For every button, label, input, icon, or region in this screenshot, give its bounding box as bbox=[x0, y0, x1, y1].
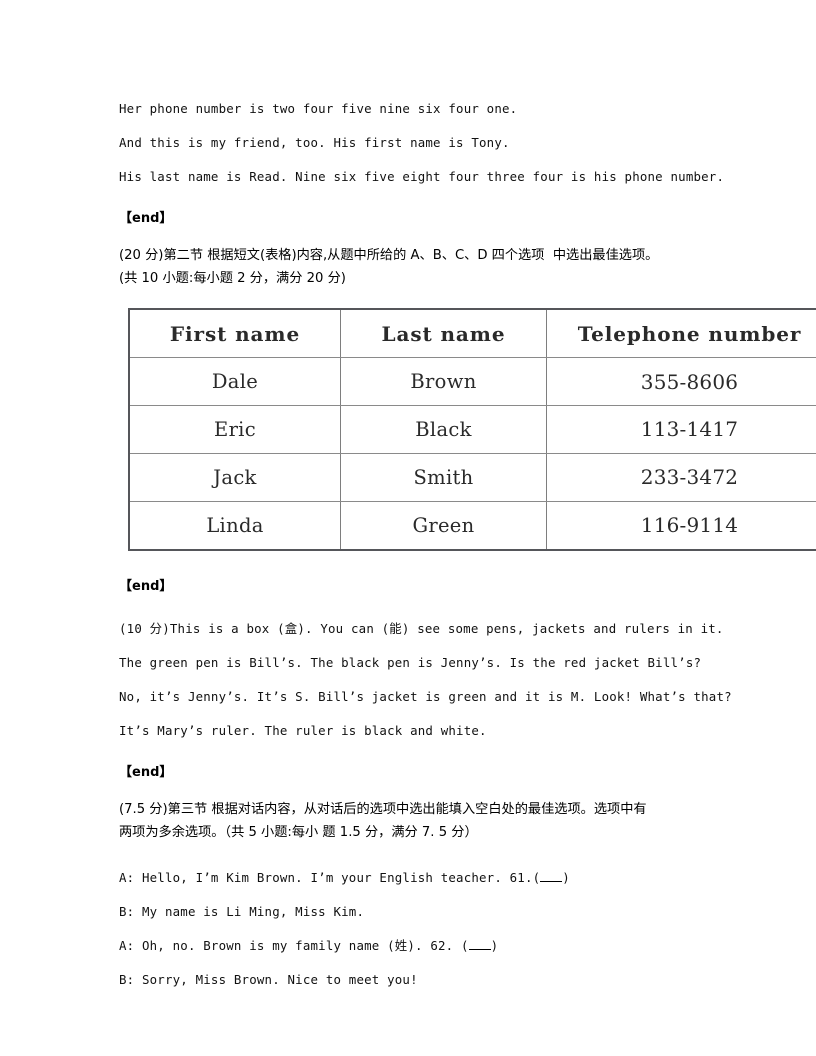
table-header-row: First name Last name Telephone number bbox=[128, 308, 816, 359]
end-marker: 【end】 bbox=[119, 765, 173, 780]
dialogue-line: A: Oh, no. Brown is my family name (姓). … bbox=[119, 929, 799, 963]
box-passage-line: It’s Mary’s ruler. The ruler is black an… bbox=[119, 723, 487, 738]
table-cell-telephone: 116-9114 bbox=[546, 500, 816, 551]
table-cell-telephone: 233-3472 bbox=[546, 452, 816, 502]
table-row: Linda Green 116-9114 bbox=[128, 500, 816, 551]
table-cell-last-name: Green bbox=[340, 500, 547, 551]
section-two-instruction-line2: (共 10 小题:每小题 2 分，满分 20 分) bbox=[119, 271, 346, 286]
dialogue-line: A: Hello, I’m Kim Brown. I’m your Englis… bbox=[119, 861, 799, 895]
table-cell-first-name: Linda bbox=[128, 500, 341, 551]
document-page: Her phone number is two four five nine s… bbox=[0, 0, 816, 1056]
answer-blank[interactable] bbox=[468, 938, 491, 950]
table-row: Eric Black 113-1417 bbox=[128, 405, 816, 454]
dialogue-text: A: Hello, I’m Kim Brown. I’m your Englis… bbox=[119, 870, 541, 885]
table-cell-first-name: Eric bbox=[128, 405, 341, 454]
name-phone-table: First name Last name Telephone number Da… bbox=[128, 308, 816, 551]
end-marker: 【end】 bbox=[119, 579, 173, 594]
name-phone-table-image: First name Last name Telephone number Da… bbox=[128, 308, 816, 551]
dialogue-line: B: Sorry, Miss Brown. Nice to meet you! bbox=[119, 963, 799, 997]
table-header-cell: Last name bbox=[340, 308, 547, 359]
table-cell-last-name: Brown bbox=[340, 357, 547, 407]
dialogue-text: B: My name is Li Ming, Miss Kim. bbox=[119, 904, 365, 919]
table-row: Dale Brown 355-8606 bbox=[128, 357, 816, 407]
table-cell-telephone: 113-1417 bbox=[546, 405, 816, 454]
document-body: Her phone number is two four five nine s… bbox=[119, 92, 799, 290]
box-passage-line: No, it’s Jenny’s. It’s S. Bill’s jacket … bbox=[119, 689, 732, 704]
passage-line: Her phone number is two four five nine s… bbox=[119, 101, 518, 116]
end-marker: 【end】 bbox=[119, 211, 173, 226]
table-cell-last-name: Smith bbox=[340, 452, 547, 502]
section-two-instruction-line1: (20 分)第二节 根据短文(表格)内容,从题中所给的 A、B、C、D 四个选项… bbox=[119, 248, 659, 263]
table-header-cell: First name bbox=[128, 308, 341, 359]
table-cell-telephone: 355-8606 bbox=[546, 357, 816, 407]
table-cell-first-name: Dale bbox=[128, 357, 341, 407]
box-passage-line: (10 分)This is a box (盒). You can (能) see… bbox=[119, 621, 724, 636]
document-body-lower: 【end】 (10 分)This is a box (盒). You can (… bbox=[119, 572, 799, 997]
passage-line: And this is my friend, too. His first na… bbox=[119, 135, 510, 150]
section-three-instruction-line2: 两项为多余选项。（共 5 小题:每小 题 1.5 分，满分 7. 5 分） bbox=[119, 825, 478, 840]
dialogue-suffix: ) bbox=[490, 938, 499, 953]
section-three-instruction-line1: (7.5 分)第三节 根据对话内容，从对话后的选项中选出能填入空白处的最佳选项。… bbox=[119, 802, 647, 817]
table-row: Jack Smith 233-3472 bbox=[128, 452, 816, 502]
table-cell-last-name: Black bbox=[340, 405, 547, 454]
answer-blank[interactable] bbox=[540, 870, 563, 882]
passage-line: His last name is Read. Nine six five eig… bbox=[119, 169, 725, 184]
table-cell-first-name: Jack bbox=[128, 452, 341, 502]
dialogue-text: A: Oh, no. Brown is my family name (姓). … bbox=[119, 938, 469, 953]
table-header-cell: Telephone number bbox=[546, 308, 816, 359]
box-passage-line: The green pen is Bill’s. The black pen i… bbox=[119, 655, 702, 670]
dialogue-line: B: My name is Li Ming, Miss Kim. bbox=[119, 895, 799, 929]
dialogue-suffix: ) bbox=[562, 870, 570, 885]
dialogue-text: B: Sorry, Miss Brown. Nice to meet you! bbox=[119, 972, 418, 987]
